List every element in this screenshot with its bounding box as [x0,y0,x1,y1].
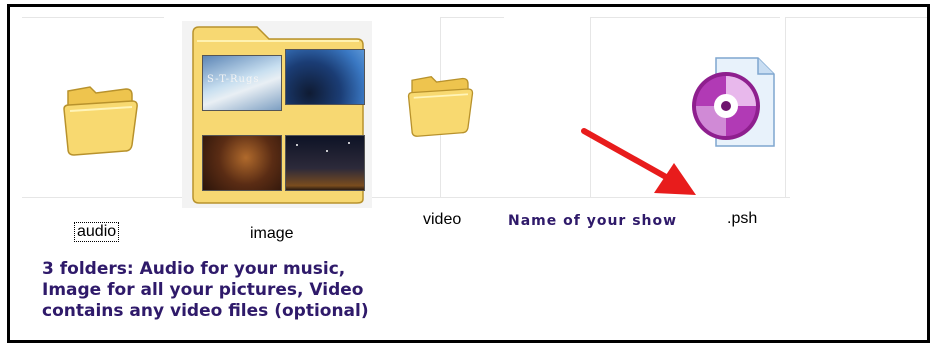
tile-outline [785,17,786,197]
screenshot-frame: S-T-Rugs audio image video Name of your … [7,4,930,343]
note-line: contains any video files (optional) [42,301,369,321]
note-line: Image for all your pictures, Video [42,280,364,300]
tile-outline [440,17,504,18]
folder-label-audio[interactable]: audio [74,222,120,242]
folder-icon[interactable] [60,77,140,157]
note-line: 3 folders: Audio for your music, [42,259,346,279]
tile-outline [785,17,927,18]
thumbnail-caption: S-T-Rugs [207,74,260,85]
thumbnail-image [285,49,365,105]
folder-icon[interactable] [405,67,475,139]
star-decoration [348,142,350,144]
file-extension-label[interactable]: .psh [727,210,757,228]
tile-outline [590,17,780,18]
instruction-note: 3 folders: Audio for your music, Image f… [42,259,442,322]
show-name-annotation: Name of your show [508,213,678,229]
tile-outline [22,17,164,18]
folder-label-video[interactable]: video [423,211,461,229]
thumbnail-image [285,135,365,191]
folder-label-image[interactable]: image [250,225,294,243]
thumbnail-image: S-T-Rugs [202,55,282,111]
star-decoration [326,150,328,152]
arrow-icon [581,128,696,195]
thumbnail-image [202,135,282,191]
star-decoration [296,144,298,146]
